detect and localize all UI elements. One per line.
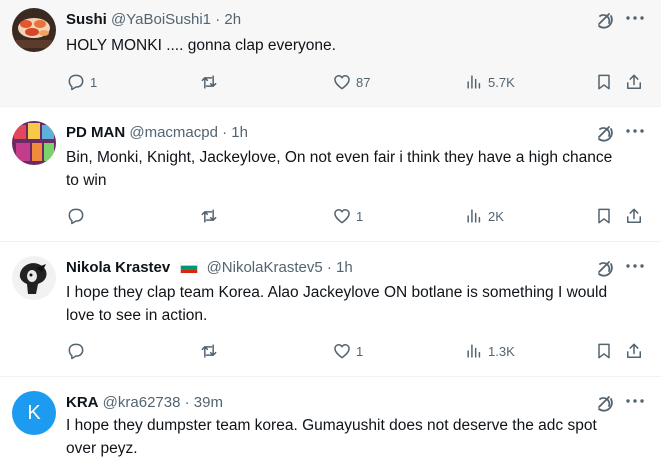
- tweet-text: I hope they dumpster team korea. Gumayus…: [66, 417, 597, 457]
- avatar[interactable]: [12, 256, 56, 300]
- view-count: 1.3K: [488, 343, 515, 359]
- bookmark-icon: [598, 343, 610, 359]
- like-button[interactable]: 87: [332, 70, 370, 94]
- tweet[interactable]: Nikola Krastev @NikolaKrastev5 · 1h I ho…: [0, 242, 661, 377]
- heart-icon: [334, 209, 350, 224]
- analytics-icon: [467, 75, 481, 89]
- like-count: 1: [356, 343, 364, 359]
- tweet-actions: 1 2K: [66, 204, 647, 228]
- heart-icon: [334, 344, 350, 359]
- user-handle[interactable]: @kra62738: [103, 394, 181, 411]
- avatar-initial: K: [27, 401, 41, 424]
- views-button[interactable]: 2K: [464, 204, 504, 228]
- reply-button[interactable]: 1: [66, 70, 97, 94]
- tweet[interactable]: K KRA @kra62738 · 39m I hope they dumpst…: [0, 377, 661, 459]
- share-button[interactable]: [624, 70, 644, 94]
- tweet[interactable]: Sushi @YaBoiSushi1 · 2h HOLY MONKI .... …: [0, 0, 661, 107]
- tweet-header: KRA @kra62738 · 39m: [66, 393, 591, 413]
- tweet-header: PD MAN @macmacpd · 1h: [66, 123, 591, 143]
- tweet-actions: 1 1.3K: [66, 339, 647, 363]
- user-handle[interactable]: @YaBoiSushi1: [111, 11, 211, 28]
- view-count: 5.7K: [488, 74, 515, 90]
- display-name[interactable]: KRA: [66, 394, 99, 411]
- retweet-icon: [201, 75, 217, 89]
- grok-icon[interactable]: [595, 10, 615, 30]
- more-icon[interactable]: [623, 256, 647, 276]
- retweet-button[interactable]: [199, 339, 219, 363]
- timestamp[interactable]: 39m: [194, 394, 223, 411]
- views-button[interactable]: 5.7K: [464, 70, 515, 94]
- more-icon[interactable]: [623, 8, 647, 28]
- bookmark-button[interactable]: [594, 339, 614, 363]
- timestamp[interactable]: 2h: [224, 11, 241, 28]
- avatar[interactable]: K: [12, 391, 56, 435]
- display-name[interactable]: Sushi: [66, 11, 107, 28]
- grok-icon[interactable]: [595, 393, 615, 413]
- retweet-icon: [201, 344, 217, 358]
- tweet-header: Nikola Krastev @NikolaKrastev5 · 1h: [66, 258, 591, 278]
- bulgaria-flag-icon: [180, 262, 198, 273]
- retweet-button[interactable]: [199, 204, 219, 228]
- share-icon: [627, 343, 641, 358]
- reply-icon: [68, 74, 84, 91]
- reply-count: 1: [90, 74, 98, 90]
- like-count: 1: [356, 208, 364, 224]
- avatar[interactable]: [12, 121, 56, 165]
- heart-icon: [334, 75, 350, 90]
- tweet-text: Bin, Monki, Knight, Jackeylove, On not e…: [66, 149, 613, 189]
- grok-icon[interactable]: [595, 258, 615, 278]
- views-button[interactable]: 1.3K: [464, 339, 515, 363]
- display-name[interactable]: PD MAN: [66, 124, 125, 141]
- share-button[interactable]: [624, 339, 644, 363]
- like-button[interactable]: 1: [332, 339, 363, 363]
- avatar[interactable]: [12, 8, 56, 52]
- tweet-text: I hope they clap team Korea. Alao Jackey…: [66, 284, 608, 324]
- more-icon[interactable]: [623, 121, 647, 141]
- share-icon: [627, 74, 641, 89]
- retweet-button[interactable]: [199, 70, 219, 94]
- separator-dot: ·: [184, 394, 190, 411]
- analytics-icon: [467, 344, 481, 358]
- tweet[interactable]: PD MAN @macmacpd · 1h Bin, Monki, Knight…: [0, 107, 661, 242]
- timestamp[interactable]: 1h: [231, 124, 248, 141]
- tweet-header: Sushi @YaBoiSushi1 · 2h: [66, 10, 591, 30]
- bookmark-icon: [598, 74, 610, 90]
- like-count: 87: [356, 74, 371, 90]
- analytics-icon: [467, 209, 481, 223]
- separator-dot: ·: [222, 124, 228, 141]
- tweet-actions: 1 87 5.7K: [66, 70, 647, 94]
- view-count: 2K: [488, 208, 504, 224]
- timestamp[interactable]: 1h: [336, 259, 353, 276]
- reply-icon: [68, 343, 84, 360]
- grok-icon[interactable]: [595, 123, 615, 143]
- bookmark-icon: [598, 208, 610, 224]
- user-handle[interactable]: @NikolaKrastev5: [207, 259, 323, 276]
- separator-dot: ·: [326, 259, 332, 276]
- reply-feed: Sushi @YaBoiSushi1 · 2h HOLY MONKI .... …: [0, 0, 661, 459]
- separator-dot: ·: [215, 11, 221, 28]
- share-icon: [627, 208, 641, 223]
- like-button[interactable]: 1: [332, 204, 363, 228]
- tweet-text: HOLY MONKI .... gonna clap everyone.: [66, 37, 336, 54]
- display-name[interactable]: Nikola Krastev: [66, 259, 170, 276]
- bookmark-button[interactable]: [594, 70, 614, 94]
- bookmark-button[interactable]: [594, 204, 614, 228]
- reply-button[interactable]: [66, 204, 86, 228]
- reply-button[interactable]: [66, 339, 86, 363]
- more-icon[interactable]: [623, 391, 647, 411]
- share-button[interactable]: [624, 204, 644, 228]
- user-handle[interactable]: @macmacpd: [129, 124, 218, 141]
- retweet-icon: [201, 209, 217, 223]
- reply-icon: [68, 208, 84, 225]
